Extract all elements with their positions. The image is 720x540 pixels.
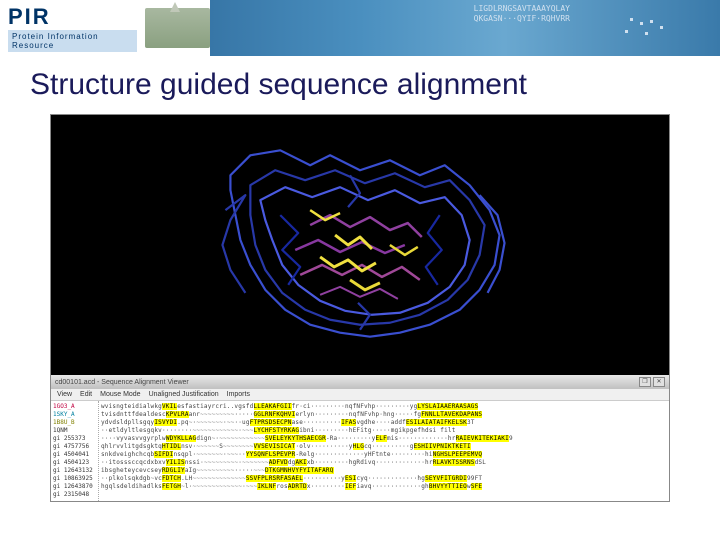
pir-banner: PIR Protein Information Resource LIGDLRN…	[0, 0, 720, 56]
menu-imports[interactable]: Imports	[227, 391, 250, 398]
menu-edit[interactable]: Edit	[80, 391, 92, 398]
sequence-label[interactable]: gi 2315048	[53, 491, 96, 499]
page-title: Structure guided sequence alignment	[0, 56, 720, 110]
pir-logo-text: PIR	[8, 4, 137, 30]
menu-mouse-mode[interactable]: Mouse Mode	[100, 391, 140, 398]
sequence-label[interactable]: 1SKY_A	[53, 411, 96, 419]
pir-logo: PIR Protein Information Resource	[8, 4, 137, 52]
sequence-label[interactable]: gi 10863925	[53, 475, 96, 483]
structure-svg	[51, 115, 669, 375]
banner-sequence-deco: LIGDLRNGSAVTAAAYQLAY QKGASN···QYIF·RQHVR…	[474, 4, 570, 24]
sequence-label[interactable]: gi 255373	[53, 435, 96, 443]
menu-view[interactable]: View	[57, 391, 72, 398]
banner-left: PIR Protein Information Resource	[0, 0, 210, 56]
banner-dots-deco	[620, 18, 680, 38]
alignment-title: cd00101.acd - Sequence Alignment Viewer	[55, 379, 189, 386]
sequence-row[interactable]: wvisngteidialwkgVKILesfastiayrcri..vgsfd…	[101, 403, 667, 411]
alignment-viewer-window: cd00101.acd - Sequence Alignment Viewer …	[51, 375, 669, 501]
sequence-label[interactable]: 1GO3_A	[53, 403, 96, 411]
alignment-labels: 1GO3_A1SKY_A1B8U_B1QNMgi 255373gi 475775…	[51, 401, 99, 501]
close-icon[interactable]: ✕	[653, 377, 665, 387]
sequence-row[interactable]: ··plkolsqkdgb~vcFDTCH.LH~~~~~~~~~~~~~~SS…	[101, 475, 667, 483]
banner-photo	[145, 8, 210, 48]
sequence-row[interactable]: ibsgheteycevcseyRDGLIYaIg~~~~~~~~~~·····…	[101, 467, 667, 475]
sequence-row[interactable]: tvisdnttfdealdescKPVLRAanr~~~~~~~~~·····…	[101, 411, 667, 419]
restore-icon[interactable]: ❐	[639, 377, 651, 387]
alignment-titlebar[interactable]: cd00101.acd - Sequence Alignment Viewer …	[51, 375, 669, 389]
alignment-sequences[interactable]: wvisngteidialwkgVKILesfastiayrcri..vgsfd…	[99, 401, 669, 501]
sequence-row[interactable]: ··itosssccqcdxbxvYILISnssi·~~~~~~~~~·~~~…	[101, 459, 667, 467]
sequence-label[interactable]: gi 4504123	[53, 459, 96, 467]
sequence-row[interactable]: snkdveighchcqbSIFDInsqpl·~~~~~~~·~~~··YY…	[101, 451, 667, 459]
viewer-container: cd00101.acd - Sequence Alignment Viewer …	[50, 114, 670, 502]
sequence-label[interactable]: gi 12643870	[53, 483, 96, 491]
sequence-label[interactable]: gi 4757756	[53, 443, 96, 451]
3d-structure-view[interactable]	[51, 115, 669, 375]
alignment-content: 1GO3_A1SKY_A1B8U_B1QNMgi 255373gi 475775…	[51, 401, 669, 501]
pir-logo-subtitle: Protein Information Resource	[8, 30, 137, 52]
sequence-row[interactable]: ydvdsldpllsgqyISVYDI.pq~·~~~~~~~·~~··ugF…	[101, 419, 667, 427]
sequence-row[interactable]: ····vyvasvvgyrplwWDYKLLAGdign~·~~~~~~~~~…	[101, 435, 667, 443]
sequence-label[interactable]: gi 4504041	[53, 451, 96, 459]
sequence-label[interactable]: 1B8U_B	[53, 419, 96, 427]
sequence-row[interactable]: hgqlsdeldihadlksFETGH~l·~~~~~~~~~~~~~·~~…	[101, 483, 667, 491]
sequence-label[interactable]: gi 12643132	[53, 467, 96, 475]
sequence-label[interactable]: 1QNM	[53, 427, 96, 435]
sequence-row[interactable]: ··etldyltlesgqkv········~~~~~~~~~~~~·~~~…	[101, 427, 667, 435]
menu-unaligned[interactable]: Unaligned Justification	[149, 391, 219, 398]
sequence-row[interactable]: qhlrvvlitgdsgktqHTIDLnsv·~~~~~~S~~~~~~~~…	[101, 443, 667, 451]
alignment-menubar: View Edit Mouse Mode Unaligned Justifica…	[51, 389, 669, 401]
